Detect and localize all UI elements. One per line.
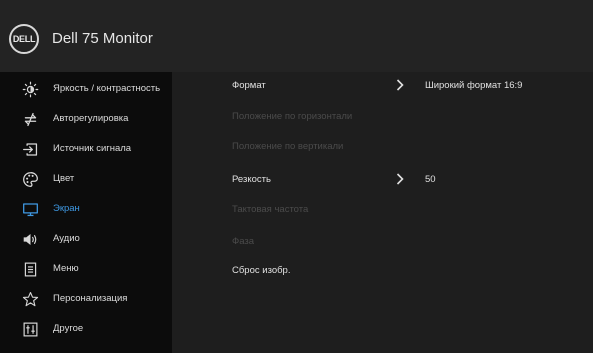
sidebar-item-label: Источник сигнала [53,143,132,154]
sidebar-item-menu[interactable]: Меню [0,254,172,284]
setting-label: Сброс изобр. [232,265,291,276]
input-source-icon [22,141,39,158]
setting-label: Фаза [232,236,255,247]
sidebar-item-personalize[interactable]: Персонализация [0,284,172,314]
setting-sharpness[interactable]: Резкость 50 [172,169,593,191]
monitor-title: Dell 75 Monitor [52,30,153,47]
setting-phase: Фаза [172,231,593,253]
sidebar-item-label: Экран [53,203,80,214]
setting-label: Положение по вертикали [232,141,344,152]
sidebar-item-label: Яркость / контрастность [53,83,161,94]
display-settings-panel: Формат Широкий формат 16:9 Положение по … [172,72,593,353]
star-icon [22,291,39,308]
setting-vertical-position: Положение по вертикали [172,136,593,158]
sidebar-item-audio[interactable]: Аудио [0,224,172,254]
speaker-icon [22,231,39,248]
setting-clock: Тактовая частота [172,199,593,221]
sidebar-item-label: Авторегулировка [53,113,129,124]
other-settings-icon [22,321,39,338]
chevron-right-icon [395,78,405,92]
sidebar-item-label: Меню [53,263,79,274]
setting-horizontal-position: Положение по горизонтали [172,106,593,128]
chevron-right-icon [395,172,405,186]
auto-adjust-icon [22,111,39,128]
setting-aspect-ratio[interactable]: Формат Широкий формат 16:9 [172,75,593,97]
sidebar-item-auto-adjust[interactable]: Авторегулировка [0,104,172,134]
osd-sidebar: Яркость / контрастность Авторегулировка … [0,72,172,353]
color-palette-icon [22,171,39,188]
sidebar-item-input-source[interactable]: Источник сигнала [0,134,172,164]
sidebar-item-color[interactable]: Цвет [0,164,172,194]
setting-image-reset[interactable]: Сброс изобр. [172,260,593,282]
sidebar-item-label: Аудио [53,233,80,244]
dell-logo: DELL [9,24,39,54]
display-icon [22,201,39,218]
sidebar-item-other[interactable]: Другое [0,314,172,344]
setting-label: Резкость [232,174,271,185]
setting-label: Формат [232,80,266,91]
sidebar-item-label: Другое [53,323,84,334]
setting-value: 50 [425,174,436,185]
setting-value: Широкий формат 16:9 [425,80,523,91]
sidebar-item-label: Цвет [53,173,75,184]
setting-label: Положение по горизонтали [232,111,353,122]
setting-label: Тактовая частота [232,204,309,215]
sidebar-item-brightness-contrast[interactable]: Яркость / контрастность [0,74,172,104]
sidebar-item-display[interactable]: Экран [0,194,172,224]
menu-icon [22,261,39,278]
sidebar-item-label: Персонализация [53,293,128,304]
osd-header: DELL Dell 75 Monitor [0,0,593,72]
monitor-osd: DELL Dell 75 Monitor Яркость / контрастн… [0,0,593,353]
brightness-icon [22,81,39,98]
